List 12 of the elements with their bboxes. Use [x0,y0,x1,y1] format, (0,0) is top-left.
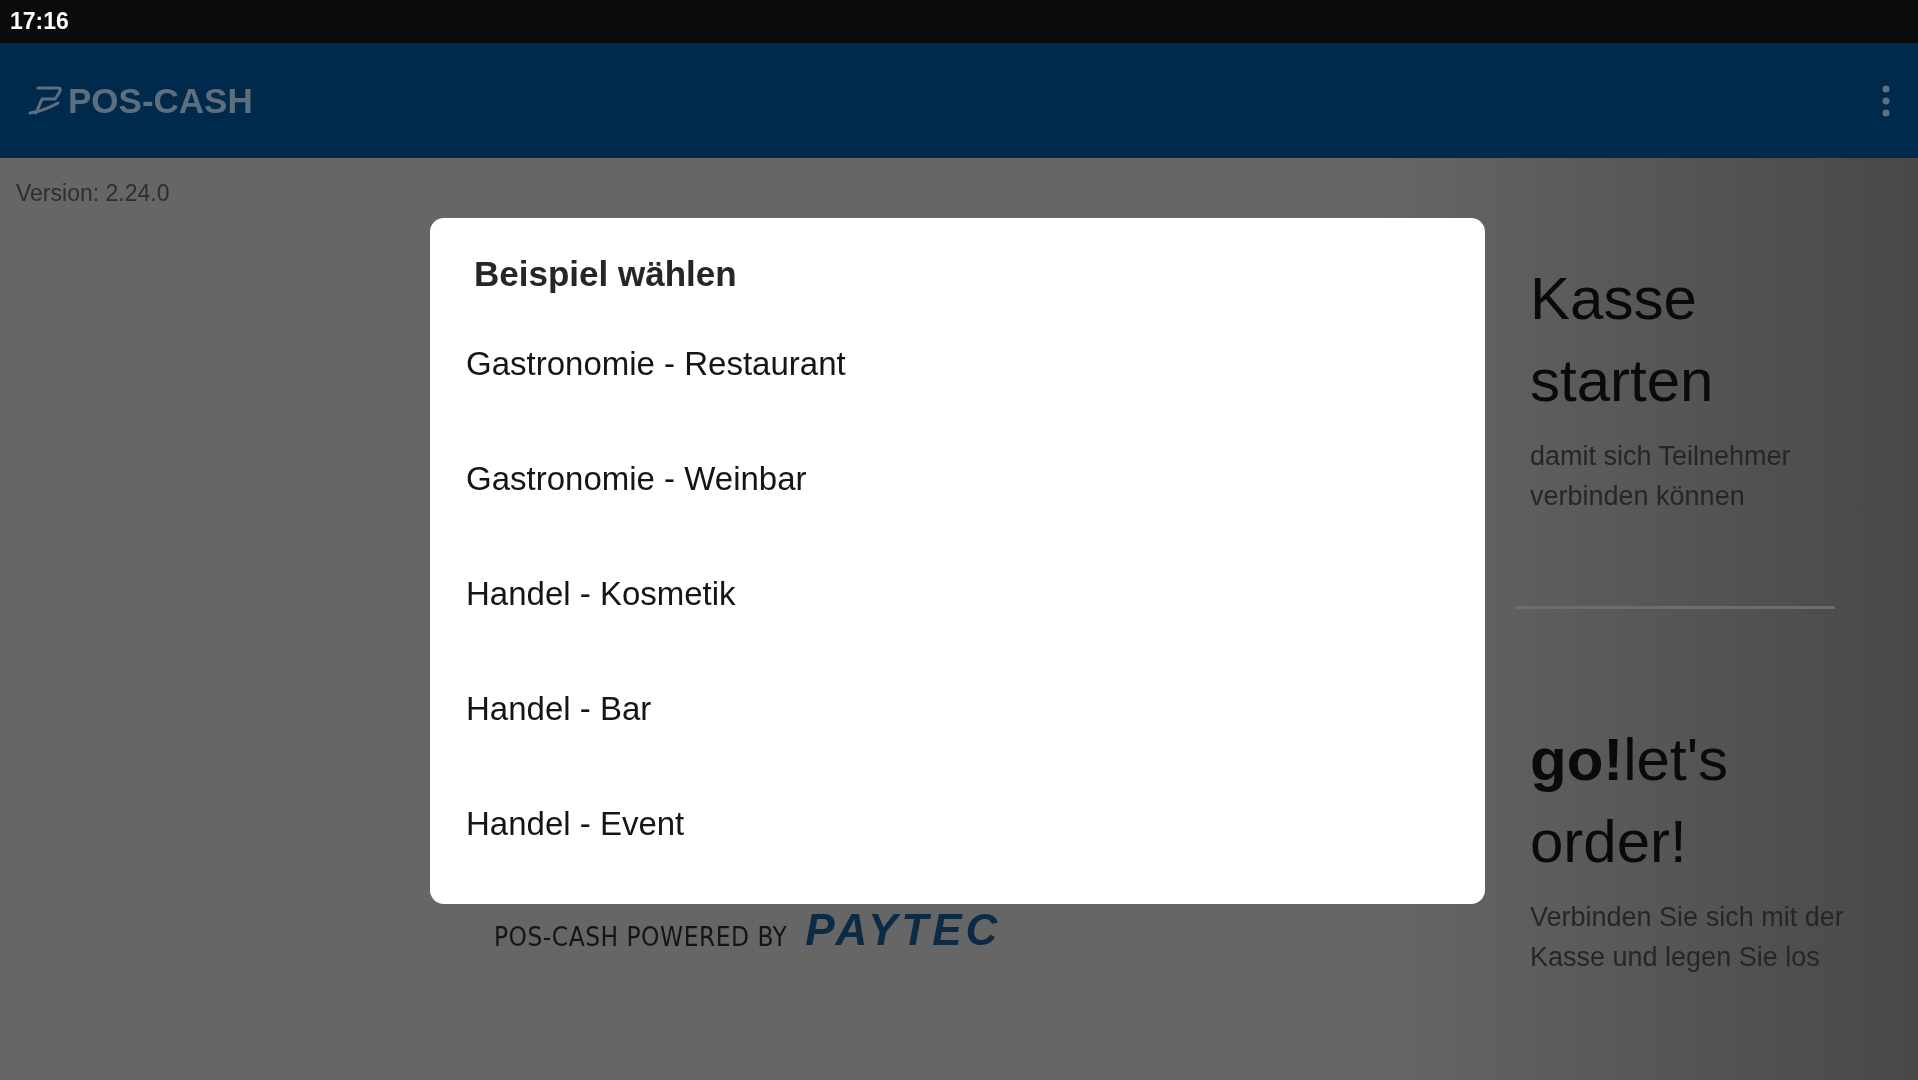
app-title: POS-CASH [68,80,253,121]
status-time: 17:16 [10,8,69,35]
example-option[interactable]: Gastronomie - Restaurant [466,344,1485,459]
paytec-logo: PAYTEC [805,908,1002,952]
version-text: Version: 2.24.0 [16,180,170,207]
powered-by-text: POS-CASH POWERED BY [494,922,788,952]
example-option[interactable]: Handel - Kosmetik [466,574,1485,689]
example-option[interactable]: Handel - Bar [466,689,1485,804]
dialog-title: Beispiel wählen [474,254,738,294]
example-option[interactable]: Gastronomie - Weinbar [466,459,1485,574]
more-options-icon[interactable] [1882,84,1890,117]
logo-icon [28,84,64,117]
